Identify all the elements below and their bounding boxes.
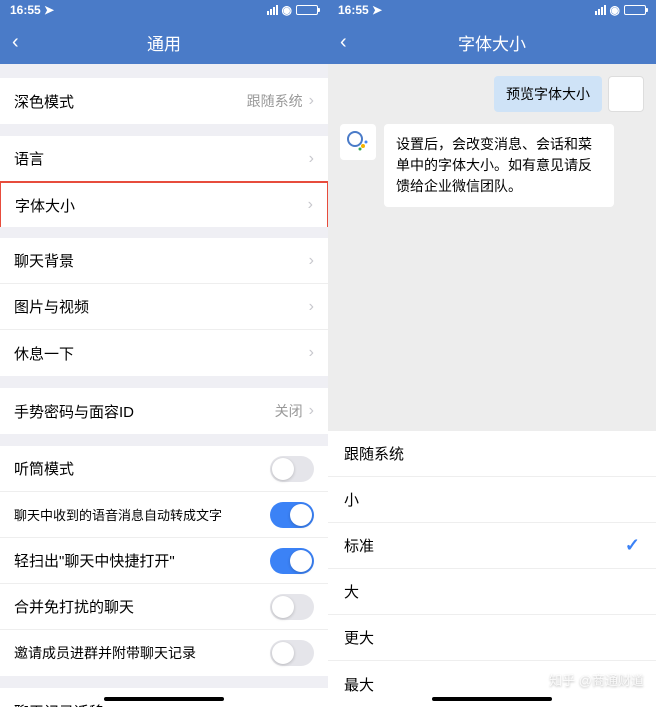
preview-message-self: 预览字体大小 [494, 76, 644, 112]
size-option-large[interactable]: 大 [328, 569, 656, 615]
size-option-follow[interactable]: 跟随系统 [328, 431, 656, 477]
watermark: 知乎 @商通财道 [549, 670, 644, 689]
row-face-id[interactable]: 手势密码与面容ID 关闭 › [0, 388, 328, 434]
home-indicator[interactable] [432, 697, 552, 701]
right-screenshot: 16:55 ➤ ◉ ‹ 字体大小 预览字体大小 设置后，会改变消息、会话和菜单中 [328, 0, 656, 707]
wifi-icon: ◉ [282, 3, 292, 17]
battery-icon [296, 5, 318, 15]
chevron-right-icon: › [309, 150, 314, 168]
row-voice-text: 聊天中收到的语音消息自动转成文字 [0, 492, 328, 538]
row-font-size[interactable]: 字体大小 › [0, 181, 328, 227]
preview-message-system: 设置后，会改变消息、会话和菜单中的字体大小。如有意见请反馈给企业微信团队。 [340, 124, 614, 207]
toggle-voice-text[interactable] [270, 502, 314, 528]
nav-title: 通用 [147, 30, 181, 55]
row-invite-history: 邀请成员进群并附带聊天记录 [0, 630, 328, 676]
home-indicator[interactable] [104, 697, 224, 701]
signal-icon [267, 5, 278, 15]
row-quick-open: 轻扫出"聊天中快捷打开" [0, 538, 328, 584]
nav-bar: ‹ 字体大小 [328, 20, 656, 64]
row-rest[interactable]: 休息一下 › [0, 330, 328, 376]
chevron-right-icon: › [309, 402, 314, 420]
row-language[interactable]: 语言 › [0, 136, 328, 182]
chevron-right-icon: › [309, 252, 314, 270]
toggle-earpiece[interactable] [270, 456, 314, 482]
row-earpiece: 听筒模式 [0, 446, 328, 492]
row-dark-mode[interactable]: 深色模式 跟随系统 › [0, 78, 328, 124]
left-screenshot: 16:55 ➤ ◉ ‹ 通用 深色模式 跟随系统 › 语言 › 字体大小 › [0, 0, 328, 707]
status-bar: 16:55 ➤ ◉ [328, 0, 656, 20]
wecom-icon [346, 130, 370, 154]
toggle-merge-dnd[interactable] [270, 594, 314, 620]
chevron-right-icon: › [309, 92, 314, 110]
size-option-small[interactable]: 小 [328, 477, 656, 523]
signal-icon [595, 5, 606, 15]
check-icon: ✓ [625, 535, 640, 556]
toggle-quick-open[interactable] [270, 548, 314, 574]
battery-icon [624, 5, 646, 15]
chevron-right-icon: › [309, 702, 314, 707]
toggle-invite-history[interactable] [270, 640, 314, 666]
back-icon[interactable]: ‹ [340, 31, 347, 54]
chevron-right-icon: › [308, 196, 313, 214]
size-option-larger[interactable]: 更大 [328, 615, 656, 661]
avatar-self [608, 76, 644, 112]
nav-bar: ‹ 通用 [0, 20, 328, 64]
size-option-standard[interactable]: 标准✓ [328, 523, 656, 569]
nav-title: 字体大小 [458, 30, 526, 55]
font-size-options: 跟随系统 小 标准✓ 大 更大 最大 [328, 431, 656, 707]
status-bar: 16:55 ➤ ◉ [0, 0, 328, 20]
row-media[interactable]: 图片与视频 › [0, 284, 328, 330]
chat-preview: 预览字体大小 设置后，会改变消息、会话和菜单中的字体大小。如有意见请反馈给企业微… [328, 64, 656, 431]
wifi-icon: ◉ [610, 3, 620, 17]
row-chat-bg[interactable]: 聊天背景 › [0, 238, 328, 284]
row-merge-dnd: 合并免打扰的聊天 [0, 584, 328, 630]
back-icon[interactable]: ‹ [12, 31, 19, 54]
chevron-right-icon: › [309, 344, 314, 362]
avatar-wecom [340, 124, 376, 160]
chevron-right-icon: › [309, 298, 314, 316]
